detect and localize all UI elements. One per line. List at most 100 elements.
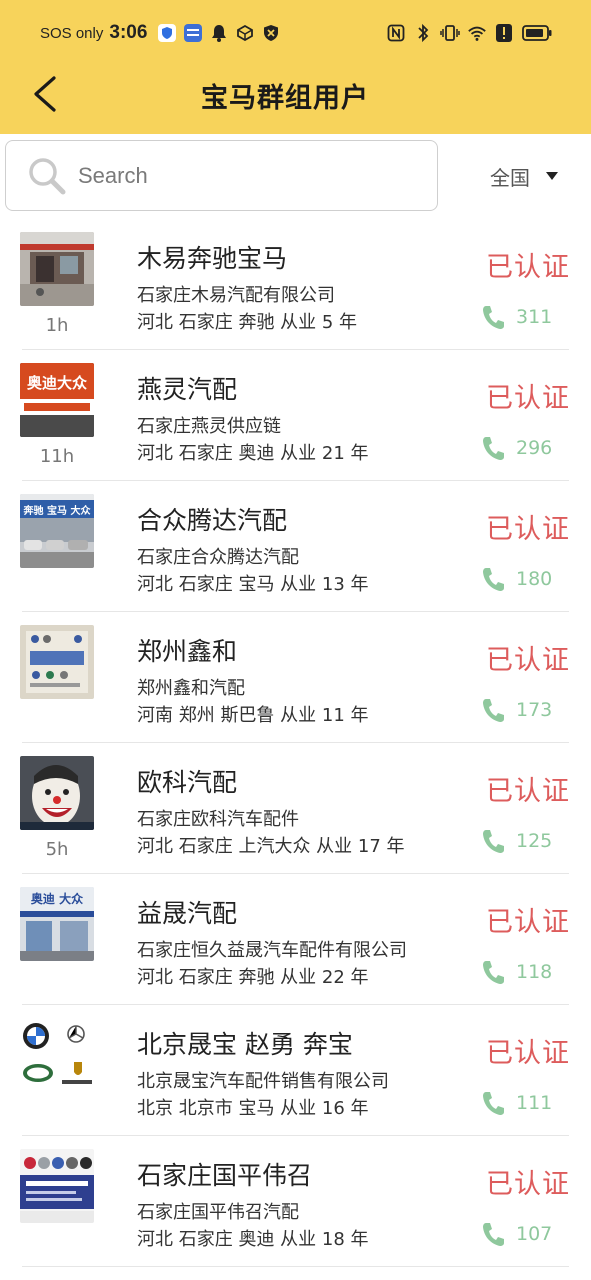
user-meta: 河北 石家庄 奔驰 从业 5 年 bbox=[137, 312, 358, 333]
list-item[interactable]: 奥迪 大众 益晟汽配 石家庄恒久益晟汽车配件有限公司 河北 石家庄 奔驰 从业 … bbox=[0, 874, 591, 1005]
avatar: 奥迪 大众 bbox=[20, 887, 94, 961]
call-count: 311 bbox=[516, 306, 553, 328]
phone-icon bbox=[483, 1092, 504, 1115]
verified-badge: 已认证 bbox=[486, 1038, 570, 1069]
user-meta: 河北 石家庄 上汽大众 从业 17 年 bbox=[137, 836, 405, 857]
call-button[interactable]: 311 bbox=[481, 304, 552, 330]
list-item[interactable]: 郑州鑫和 郑州鑫和汽配 河南 郑州 斯巴鲁 从业 11 年 已认证 173 bbox=[0, 612, 591, 743]
app-header: SOS only 3:06 宝马群组用户 bbox=[0, 0, 591, 134]
company-name: 石家庄国平伟召汽配 bbox=[137, 1202, 299, 1223]
call-button[interactable]: 180 bbox=[481, 566, 552, 592]
region-selector[interactable]: 全国 bbox=[490, 158, 558, 194]
user-meta: 北京 北京市 宝马 从业 16 年 bbox=[137, 1098, 369, 1119]
call-button[interactable]: 173 bbox=[481, 697, 552, 723]
avatar bbox=[20, 232, 94, 306]
call-count: 107 bbox=[516, 1223, 553, 1245]
app-badge-icon bbox=[183, 23, 203, 43]
company-name: 石家庄恒久益晟汽车配件有限公司 bbox=[137, 940, 407, 961]
cube-icon bbox=[235, 23, 255, 43]
user-meta: 河北 石家庄 奔驰 从业 22 年 bbox=[137, 967, 369, 988]
verified-badge: 已认证 bbox=[486, 776, 570, 807]
call-count: 118 bbox=[516, 961, 553, 983]
user-list: 1h 木易奔驰宝马 石家庄木易汽配有限公司 河北 石家庄 奔驰 从业 5 年 已… bbox=[0, 219, 591, 1267]
clock: 3:06 bbox=[109, 22, 148, 43]
alert-icon bbox=[494, 23, 514, 43]
region-label: 全国 bbox=[490, 165, 530, 190]
phone-icon bbox=[483, 1223, 504, 1246]
caret-down-icon bbox=[546, 172, 558, 180]
user-meta: 河北 石家庄 奥迪 从业 21 年 bbox=[137, 443, 369, 464]
thumb-sign-text: 奥迪 大众 bbox=[31, 891, 84, 906]
user-name: 石家庄国平伟召 bbox=[137, 1161, 313, 1190]
phone-icon bbox=[483, 961, 504, 984]
avatar: 奥迪大众 bbox=[20, 363, 94, 437]
avatar bbox=[20, 625, 94, 699]
status-bar: SOS only 3:06 bbox=[0, 0, 591, 66]
last-active: 5h bbox=[45, 839, 69, 860]
call-button[interactable]: 118 bbox=[481, 959, 552, 985]
avatar: 奔驰 宝马 大众 bbox=[20, 494, 94, 568]
carrier-label: SOS only bbox=[40, 24, 104, 42]
search-icon bbox=[29, 158, 66, 195]
thumb-sign-text: 奥迪大众 bbox=[27, 374, 87, 392]
search-bar[interactable] bbox=[5, 140, 438, 211]
verified-badge: 已认证 bbox=[486, 645, 570, 676]
avatar bbox=[20, 1018, 94, 1092]
user-name: 郑州鑫和 bbox=[137, 637, 238, 666]
company-name: 石家庄欧科汽车配件 bbox=[137, 809, 299, 830]
bluetooth-icon bbox=[413, 23, 433, 43]
user-name: 北京晟宝 赵勇 奔宝 bbox=[137, 1030, 353, 1059]
company-name: 石家庄燕灵供应链 bbox=[137, 416, 281, 437]
verified-badge: 已认证 bbox=[486, 907, 570, 938]
user-name: 木易奔驰宝马 bbox=[137, 244, 288, 273]
nfc-icon bbox=[386, 23, 406, 43]
list-item[interactable]: 奥迪大众 11h 燕灵汽配 石家庄燕灵供应链 河北 石家庄 奥迪 从业 21 年… bbox=[0, 350, 591, 481]
verified-badge: 已认证 bbox=[486, 383, 570, 414]
phone-icon bbox=[483, 830, 504, 853]
phone-icon bbox=[483, 437, 504, 460]
call-count: 173 bbox=[516, 699, 553, 721]
list-item[interactable]: 1h 木易奔驰宝马 石家庄木易汽配有限公司 河北 石家庄 奔驰 从业 5 年 已… bbox=[0, 219, 591, 350]
call-count: 111 bbox=[516, 1092, 553, 1114]
search-input[interactable] bbox=[78, 155, 418, 197]
company-name: 郑州鑫和汽配 bbox=[137, 678, 245, 699]
call-button[interactable]: 125 bbox=[481, 828, 552, 854]
phone-icon bbox=[483, 306, 504, 329]
thumb-sign-text: 奔驰 宝马 大众 bbox=[23, 504, 92, 517]
call-button[interactable]: 107 bbox=[481, 1221, 552, 1247]
call-button[interactable]: 296 bbox=[481, 435, 552, 461]
company-name: 石家庄合众腾达汽配 bbox=[137, 547, 299, 568]
user-meta: 河北 石家庄 宝马 从业 13 年 bbox=[137, 574, 369, 595]
list-item[interactable]: 石家庄国平伟召 石家庄国平伟召汽配 河北 石家庄 奥迪 从业 18 年 已认证 … bbox=[0, 1136, 591, 1267]
shield-icon bbox=[157, 23, 177, 43]
list-item[interactable]: 奔驰 宝马 大众 合众腾达汽配 石家庄合众腾达汽配 河北 石家庄 宝马 从业 1… bbox=[0, 481, 591, 612]
last-active: 11h bbox=[39, 446, 75, 467]
phone-icon bbox=[483, 568, 504, 591]
phone-icon bbox=[483, 699, 504, 722]
verified-badge: 已认证 bbox=[486, 1169, 570, 1200]
avatar bbox=[20, 1149, 94, 1223]
security-shield-icon bbox=[261, 23, 281, 43]
wifi-icon bbox=[467, 23, 487, 43]
page-title: 宝马群组用户 bbox=[201, 83, 369, 114]
company-name: 北京晟宝汽车配件销售有限公司 bbox=[137, 1071, 389, 1092]
list-item[interactable]: 5h 欧科汽配 石家庄欧科汽车配件 河北 石家庄 上汽大众 从业 17 年 已认… bbox=[0, 743, 591, 874]
bell-icon bbox=[209, 23, 229, 43]
verified-badge: 已认证 bbox=[486, 252, 570, 283]
vibrate-icon bbox=[440, 23, 460, 43]
call-count: 180 bbox=[516, 568, 553, 590]
user-meta: 河北 石家庄 奥迪 从业 18 年 bbox=[137, 1229, 369, 1250]
call-count: 296 bbox=[516, 437, 553, 459]
battery-icon bbox=[521, 23, 553, 43]
user-name: 合众腾达汽配 bbox=[137, 506, 288, 535]
verified-badge: 已认证 bbox=[486, 514, 570, 545]
user-meta: 河南 郑州 斯巴鲁 从业 11 年 bbox=[137, 705, 369, 726]
user-name: 欧科汽配 bbox=[137, 768, 238, 797]
user-name: 燕灵汽配 bbox=[137, 375, 238, 404]
call-button[interactable]: 111 bbox=[481, 1090, 552, 1116]
list-item[interactable]: 北京晟宝 赵勇 奔宝 北京晟宝汽车配件销售有限公司 北京 北京市 宝马 从业 1… bbox=[0, 1005, 591, 1136]
call-count: 125 bbox=[516, 830, 553, 852]
last-active: 1h bbox=[45, 315, 69, 336]
user-name: 益晟汽配 bbox=[137, 899, 238, 928]
avatar bbox=[20, 756, 94, 830]
